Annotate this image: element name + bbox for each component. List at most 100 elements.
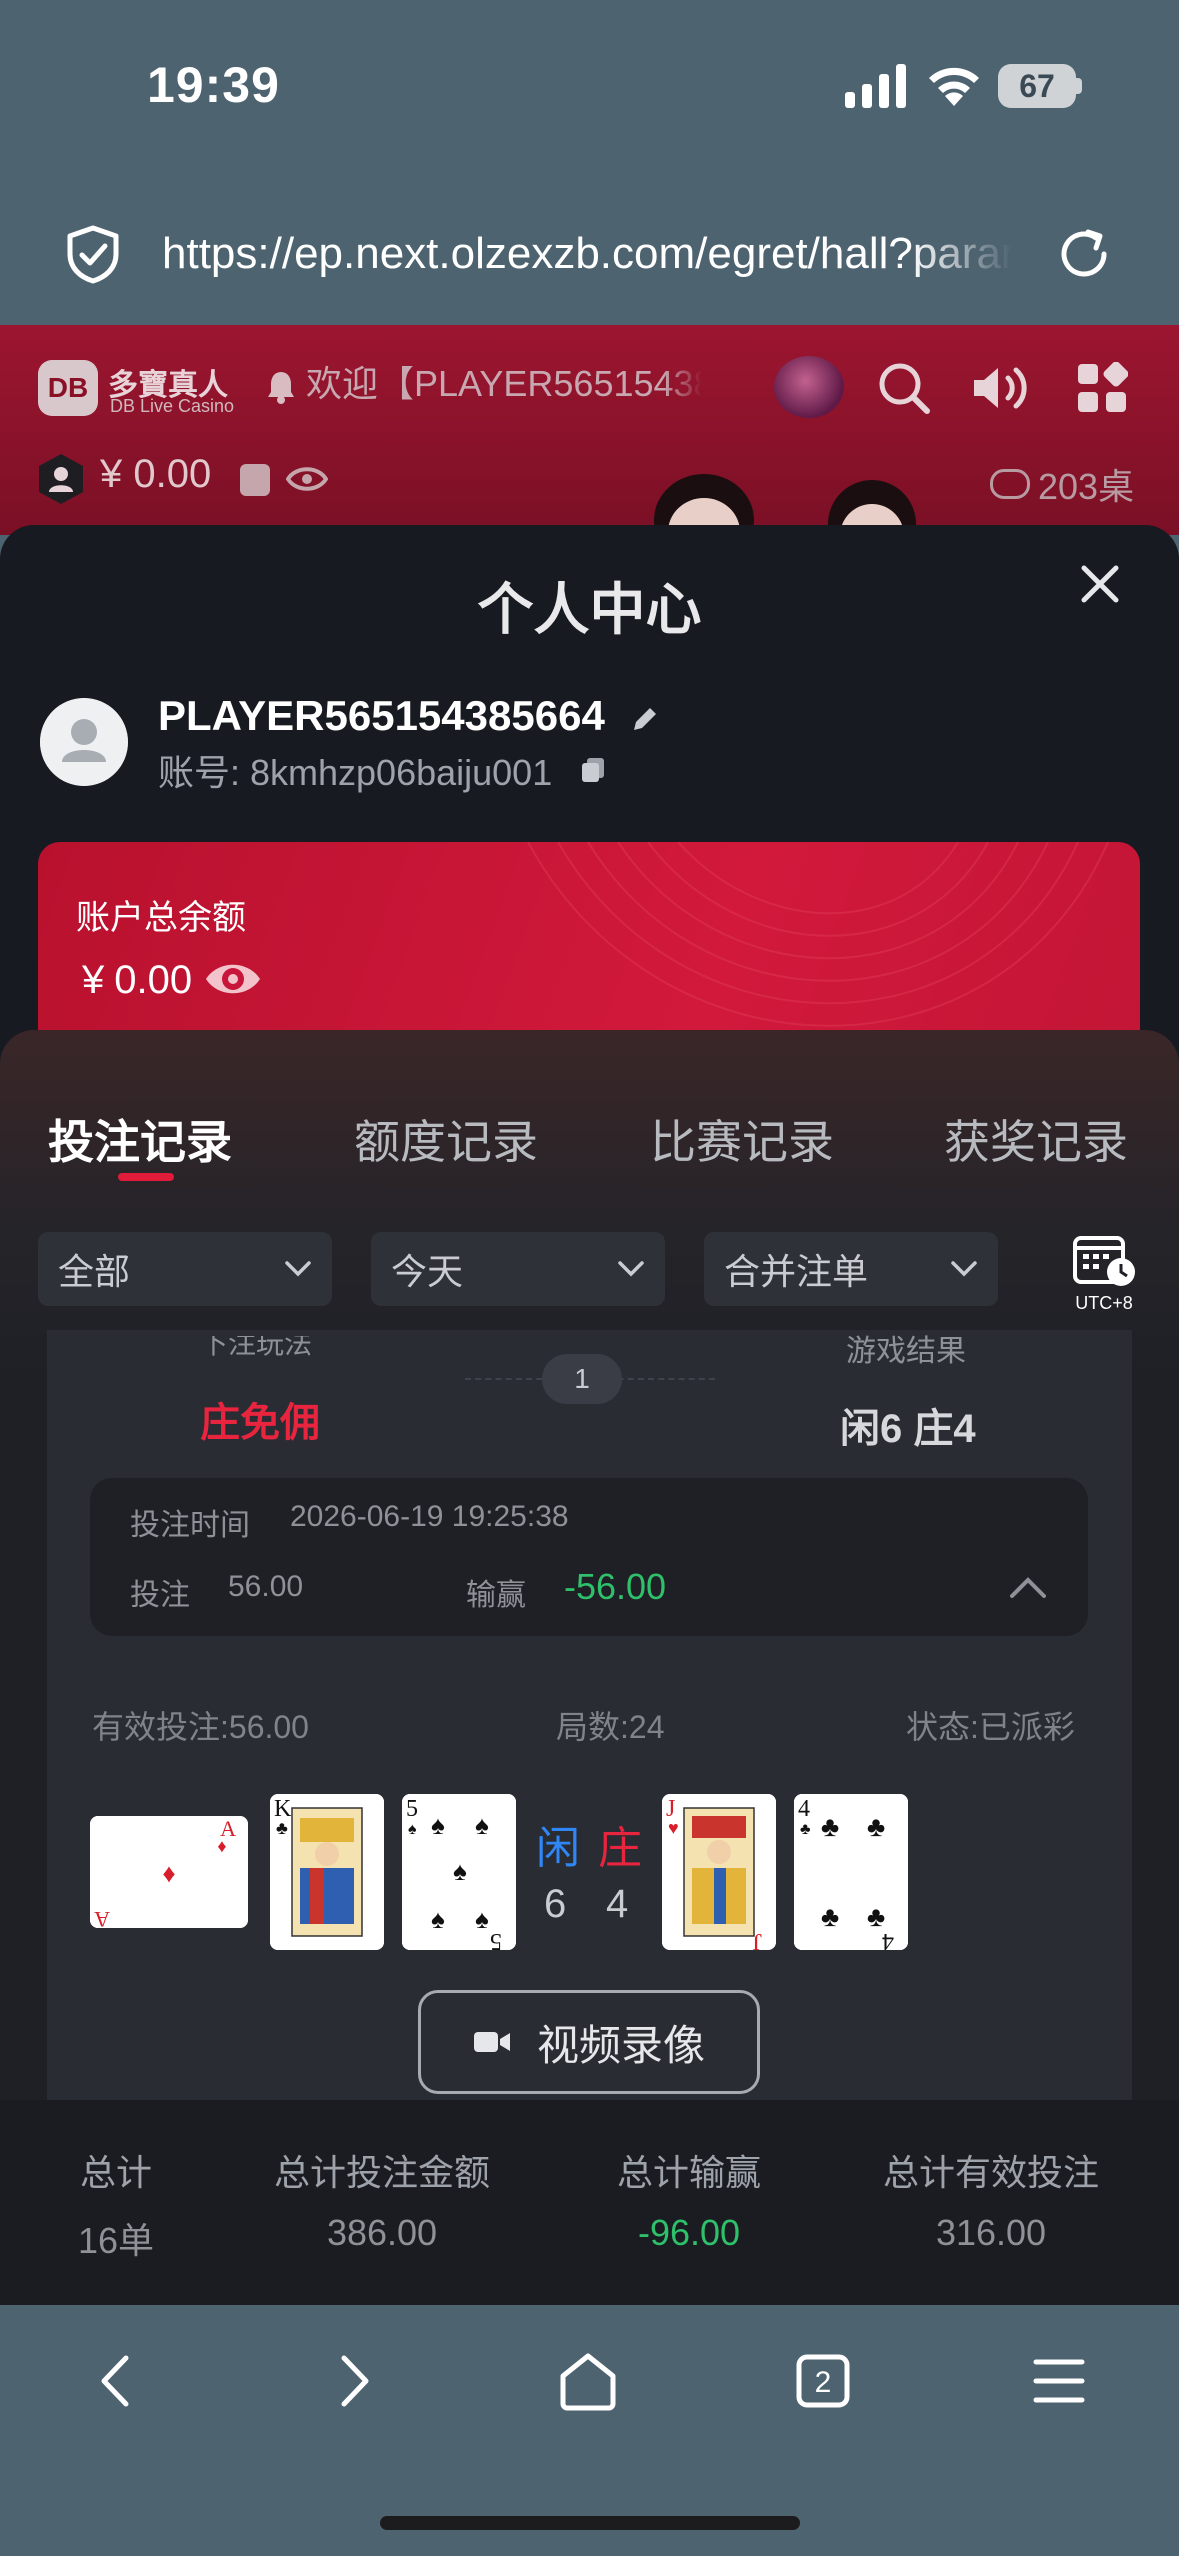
user-hexagon-icon[interactable] [36, 452, 86, 506]
tab-prize-records[interactable]: 获奖记录 [944, 1106, 1128, 1172]
card-suit: ♥ [668, 1818, 679, 1838]
live-play-icon[interactable] [774, 356, 844, 418]
card-rank: 5 [490, 1928, 502, 1950]
balance-value: 0.00 [114, 958, 193, 1002]
table-count-icon [990, 469, 1030, 499]
search-icon[interactable] [876, 360, 932, 416]
tab-quota-records[interactable]: 额度记录 [354, 1106, 538, 1172]
date-dropdown[interactable]: 今天 [371, 1232, 665, 1306]
card-suit: ♣ [800, 1821, 811, 1838]
card-rank: 5 [406, 1796, 418, 1822]
merge-mode-value: 合并注单 [724, 1251, 869, 1292]
total-winloss-value: -96.00 [637, 2212, 741, 2253]
avatar [40, 698, 128, 786]
panel-title: 个人中心 [477, 578, 702, 641]
forward-icon[interactable] [318, 2346, 388, 2416]
card-pip: ♣ [867, 1901, 885, 1932]
tabs-icon[interactable]: 2 [788, 2346, 858, 2416]
game-result-value: 闲6 庄4 [840, 1407, 976, 1451]
dealer-faces-image [654, 474, 916, 532]
card-pip: ♠ [431, 1810, 445, 1840]
close-icon[interactable] [1078, 562, 1122, 606]
card-rank: A [94, 1907, 110, 1928]
home-icon[interactable] [553, 2346, 623, 2416]
header-balance: ¥ 0.00 [100, 452, 212, 496]
player-side-label: 闲 [536, 1824, 580, 1873]
url-field[interactable]: https://ep.next.olzexzb.com/egret/hall?p… [162, 224, 1012, 284]
playing-card-jack-hearts: J ♥ J [662, 1794, 776, 1950]
card-rank: 4 [882, 1928, 894, 1950]
card-pip: ♠ [431, 1904, 445, 1934]
card-suit: ♦ [217, 1836, 226, 1856]
player-name: PLAYER565154385664 [158, 692, 605, 739]
card-rank: J [753, 1928, 762, 1950]
sound-icon[interactable] [970, 360, 1032, 416]
logo-subtitle: DB Live Casino [110, 396, 235, 416]
table-count-text: 203桌 [1038, 466, 1135, 507]
merge-mode-dropdown[interactable]: 合并注单 [704, 1232, 998, 1306]
reload-icon[interactable] [1054, 224, 1114, 284]
category-dropdown[interactable]: 全部 [38, 1232, 332, 1306]
wifi-icon [929, 67, 979, 106]
winloss-value: -56.00 [564, 1566, 667, 1607]
tab-count: 2 [815, 2366, 832, 2399]
status-time: 19:39 [147, 57, 280, 113]
total-bet-label: 总计投注金额 [273, 2152, 490, 2193]
playing-card-ace-diamonds: A ♦ ♦ A [90, 1816, 248, 1928]
card-pip: ♣ [821, 1901, 839, 1932]
card-pip: ♠ [475, 1904, 489, 1934]
edit-icon[interactable] [630, 706, 658, 734]
chevron-up-icon[interactable] [1008, 1574, 1048, 1600]
tab-bet-records[interactable]: 投注记录 [48, 1106, 232, 1172]
toggle-balance-eye-icon[interactable] [202, 954, 264, 1004]
timezone-label: UTC+8 [1075, 1293, 1133, 1313]
bet-amount-label: 投注 [130, 1579, 190, 1612]
document-icon[interactable] [240, 464, 270, 496]
menu-grid-icon[interactable] [1076, 362, 1128, 414]
card-pip: ♣ [867, 1811, 885, 1842]
total-count-value: 16单 [77, 2220, 155, 2261]
copy-icon[interactable] [580, 756, 606, 784]
playing-card-king-clubs: K ♣ [270, 1794, 384, 1950]
announcement-marquee: 欢迎【PLAYER565154385664】 [306, 363, 702, 404]
bet-amount-value: 56.00 [228, 1570, 304, 1603]
battery-cap [1076, 78, 1082, 94]
back-icon[interactable] [82, 2346, 152, 2416]
active-tab-indicator [118, 1173, 174, 1181]
player-points: 6 [544, 1882, 567, 1926]
cellular-signal-icon [845, 64, 906, 108]
account-id: 账号: 8kmhzp06baiju001 [158, 752, 553, 793]
round-count: 局数:24 [556, 1709, 665, 1745]
valid-bet: 有效投注:56.00 [92, 1709, 309, 1745]
record-index: 1 [542, 1354, 622, 1404]
banker-side-label: 庄 [598, 1824, 642, 1873]
video-replay-button[interactable]: 视频录像 [418, 1990, 760, 2094]
card-pip: ♠ [475, 1810, 489, 1840]
card-pip: ♣ [821, 1811, 839, 1842]
chevron-down-icon [285, 1261, 311, 1277]
calendar-timezone-button[interactable]: UTC+8 [1068, 1232, 1140, 1313]
tab-match-records[interactable]: 比赛记录 [650, 1106, 834, 1172]
card-suit: ♣ [276, 1818, 288, 1838]
banker-points: 4 [606, 1882, 629, 1926]
category-value: 全部 [58, 1251, 131, 1292]
game-result-label: 游戏结果 [846, 1335, 966, 1368]
video-replay-label: 视频录像 [536, 2021, 705, 2069]
playing-card-five-spades: 5 ♠ ♠ ♠ ♠ ♠ ♠ 5 [402, 1794, 516, 1950]
winloss-label: 输赢 [466, 1579, 526, 1612]
card-center-suit: ♦ [162, 1858, 175, 1888]
chevron-down-icon [951, 1261, 977, 1277]
home-indicator [380, 2516, 800, 2530]
video-camera-icon [473, 2032, 510, 2052]
menu-icon[interactable] [1024, 2346, 1094, 2416]
eye-icon[interactable] [286, 464, 328, 494]
card-suit: ♠ [408, 1821, 417, 1838]
card-pip: ♠ [453, 1856, 467, 1886]
playing-card-four-clubs: 4 ♣ ♣ ♣ ♣ ♣ 4 [794, 1794, 908, 1950]
currency-symbol: ¥ [82, 958, 105, 1002]
balance-label: 账户总余额 [76, 899, 246, 937]
shield-check-icon[interactable] [66, 224, 120, 284]
payout-status: 状态:已派彩 [906, 1709, 1075, 1745]
total-bet-value: 386.00 [326, 2212, 438, 2253]
chevron-down-icon [618, 1261, 644, 1277]
